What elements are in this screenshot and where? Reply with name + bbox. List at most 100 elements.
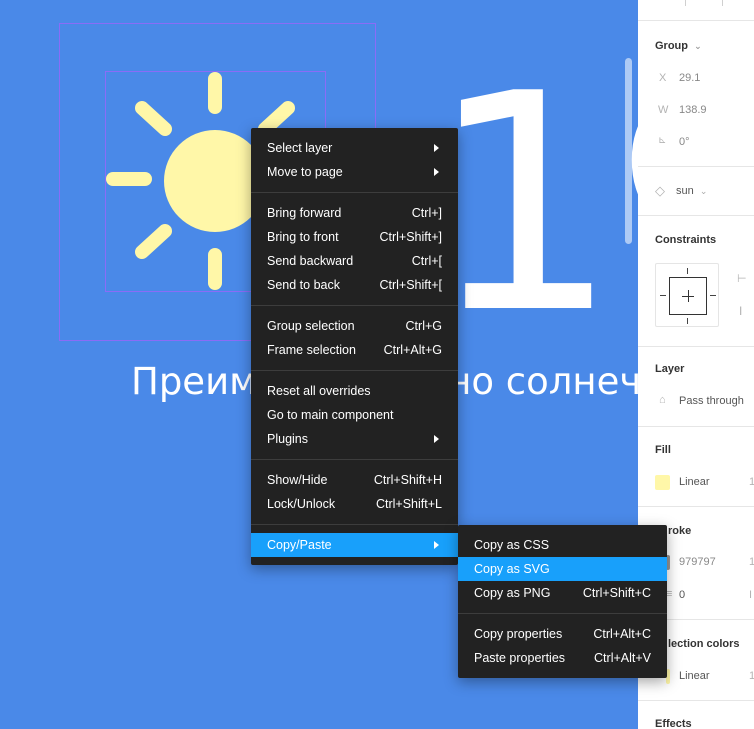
- menu-item-label: Frame selection: [267, 343, 356, 357]
- stroke-width-input[interactable]: 0: [679, 589, 685, 601]
- temperature-number[interactable]: 19: [428, 55, 638, 355]
- vertical-constraint-icon[interactable]: I: [739, 304, 742, 318]
- panel-divider: [638, 346, 754, 347]
- blend-mode-icon: ⌂: [659, 394, 666, 406]
- menu-divider: [251, 524, 458, 525]
- constraint-center-v[interactable]: [688, 290, 689, 302]
- menu-item-shortcut: Ctrl+Alt+C: [593, 627, 651, 641]
- menu-item-label: Copy as CSS: [474, 538, 550, 552]
- menu-item-label: Bring to front: [267, 230, 339, 244]
- menu-item-label: Go to main component: [267, 408, 394, 422]
- menu-item-copy-paste[interactable]: Copy/Paste: [251, 533, 458, 557]
- component-instance-icon: ◇: [655, 183, 665, 198]
- constraint-bottom[interactable]: [687, 318, 688, 324]
- menu-item-shortcut: Ctrl+[: [411, 254, 442, 268]
- menu-item-go-to-main-component[interactable]: Go to main component: [251, 403, 458, 427]
- constraint-top[interactable]: [687, 268, 688, 274]
- menu-item-shortcut: Ctrl+]: [411, 206, 442, 220]
- selection-colors-title: lection colors: [668, 638, 740, 650]
- component-name-dropdown[interactable]: sun ⌄: [676, 185, 707, 197]
- menu-item-move-to-page[interactable]: Move to page: [251, 160, 458, 184]
- constraints-title: Constraints: [655, 234, 717, 246]
- menu-divider: [251, 370, 458, 371]
- rotation-input[interactable]: 0°: [679, 136, 690, 148]
- canvas-scrollbar[interactable]: [625, 58, 632, 244]
- panel-divider: [638, 20, 754, 21]
- menu-item-group-selection[interactable]: Group selection Ctrl+G: [251, 314, 458, 338]
- menu-divider: [251, 192, 458, 193]
- menu-item-label: Copy/Paste: [267, 538, 332, 552]
- context-menu: Select layer Move to page Bring forward C…: [251, 128, 458, 565]
- group-section-title[interactable]: Group ⌄: [655, 40, 702, 52]
- group-label: Group: [655, 40, 688, 52]
- menu-item-label: Copy as SVG: [474, 562, 550, 576]
- stroke-color-input[interactable]: 979797: [679, 556, 716, 568]
- menu-item-copy-properties[interactable]: Copy properties Ctrl+Alt+C: [458, 622, 667, 646]
- chevron-down-icon[interactable]: ⌄: [694, 41, 702, 51]
- menu-item-select-layer[interactable]: Select layer: [251, 136, 458, 160]
- menu-item-label: Reset all overrides: [267, 384, 371, 398]
- menu-divider: [458, 613, 667, 614]
- menu-item-paste-properties[interactable]: Paste properties Ctrl+Alt+V: [458, 646, 667, 670]
- menu-item-copy-as-png[interactable]: Copy as PNG Ctrl+Shift+C: [458, 581, 667, 605]
- menu-item-shortcut: Ctrl+Shift+C: [582, 586, 651, 600]
- menu-item-shortcut: Ctrl+Shift+H: [373, 473, 442, 487]
- menu-item-shortcut: Ctrl+Alt+G: [383, 343, 442, 357]
- copy-paste-submenu: Copy as CSS Copy as SVG Copy as PNG Ctrl+…: [458, 525, 667, 678]
- menu-item-shortcut: Ctrl+Shift+[: [379, 278, 442, 292]
- rotation-icon: ⊾: [658, 135, 667, 146]
- menu-item-shortcut: Ctrl+Shift+L: [375, 497, 442, 511]
- chevron-right-icon: [434, 144, 439, 152]
- menu-item-shortcut: Ctrl+Alt+V: [594, 651, 651, 665]
- menu-item-label: Group selection: [267, 319, 355, 333]
- layer-blend-dropdown[interactable]: Pass through: [679, 395, 744, 407]
- constraints-inner-box: [669, 277, 707, 315]
- menu-item-send-to-back[interactable]: Send to back Ctrl+Shift+[: [251, 273, 458, 297]
- selection-color-opacity-cut: 1: [749, 670, 754, 682]
- menu-item-shortcut: Ctrl+G: [405, 319, 442, 333]
- x-label: X: [659, 72, 667, 84]
- menu-item-bring-forward[interactable]: Bring forward Ctrl+]: [251, 201, 458, 225]
- horizontal-constraint-icon[interactable]: ⊢: [737, 272, 747, 285]
- x-position-input[interactable]: 29.1: [679, 72, 700, 84]
- menu-item-show-hide[interactable]: Show/Hide Ctrl+Shift+H: [251, 468, 458, 492]
- menu-item-lock-unlock[interactable]: Lock/Unlock Ctrl+Shift+L: [251, 492, 458, 516]
- selection-color-type[interactable]: Linear: [679, 670, 710, 682]
- stroke-position-cut: I: [749, 589, 753, 601]
- effects-title: Effects: [655, 718, 692, 729]
- component-name: sun: [676, 185, 694, 197]
- panel-divider: [638, 700, 754, 701]
- layer-title: Layer: [655, 363, 685, 375]
- chevron-right-icon: [434, 541, 439, 549]
- chevron-down-icon: ⌄: [699, 186, 708, 196]
- menu-item-reset-overrides[interactable]: Reset all overrides: [251, 379, 458, 403]
- panel-divider: [638, 506, 754, 507]
- fill-title: Fill: [655, 444, 671, 456]
- fill-opacity-cut: 1: [749, 476, 754, 488]
- menu-item-copy-as-css[interactable]: Copy as CSS: [458, 533, 667, 557]
- menu-item-label: Copy properties: [474, 627, 563, 641]
- w-label: W: [658, 104, 669, 116]
- fill-type[interactable]: Linear: [679, 476, 710, 488]
- width-input[interactable]: 138.9: [679, 104, 707, 116]
- menu-item-plugins[interactable]: Plugins: [251, 427, 458, 451]
- constraint-right[interactable]: [710, 295, 716, 296]
- fill-swatch[interactable]: [655, 475, 670, 490]
- menu-item-label: Move to page: [267, 165, 343, 179]
- menu-item-label: Lock/Unlock: [267, 497, 336, 511]
- menu-item-shortcut: Ctrl+Shift+]: [379, 230, 442, 244]
- menu-item-label: Bring forward: [267, 206, 342, 220]
- menu-divider: [251, 459, 458, 460]
- menu-item-frame-selection[interactable]: Frame selection Ctrl+Alt+G: [251, 338, 458, 362]
- menu-divider: [251, 305, 458, 306]
- menu-item-bring-to-front[interactable]: Bring to front Ctrl+Shift+]: [251, 225, 458, 249]
- menu-item-label: Send backward: [267, 254, 354, 268]
- menu-item-label: Send to back: [267, 278, 340, 292]
- menu-item-send-backward[interactable]: Send backward Ctrl+[: [251, 249, 458, 273]
- chevron-right-icon: [434, 435, 439, 443]
- menu-item-copy-as-svg[interactable]: Copy as SVG: [458, 557, 667, 581]
- constraint-left[interactable]: [660, 295, 666, 296]
- menu-item-label: Plugins: [267, 432, 308, 446]
- menu-item-label: Paste properties: [474, 651, 566, 665]
- constraints-widget[interactable]: [655, 263, 719, 327]
